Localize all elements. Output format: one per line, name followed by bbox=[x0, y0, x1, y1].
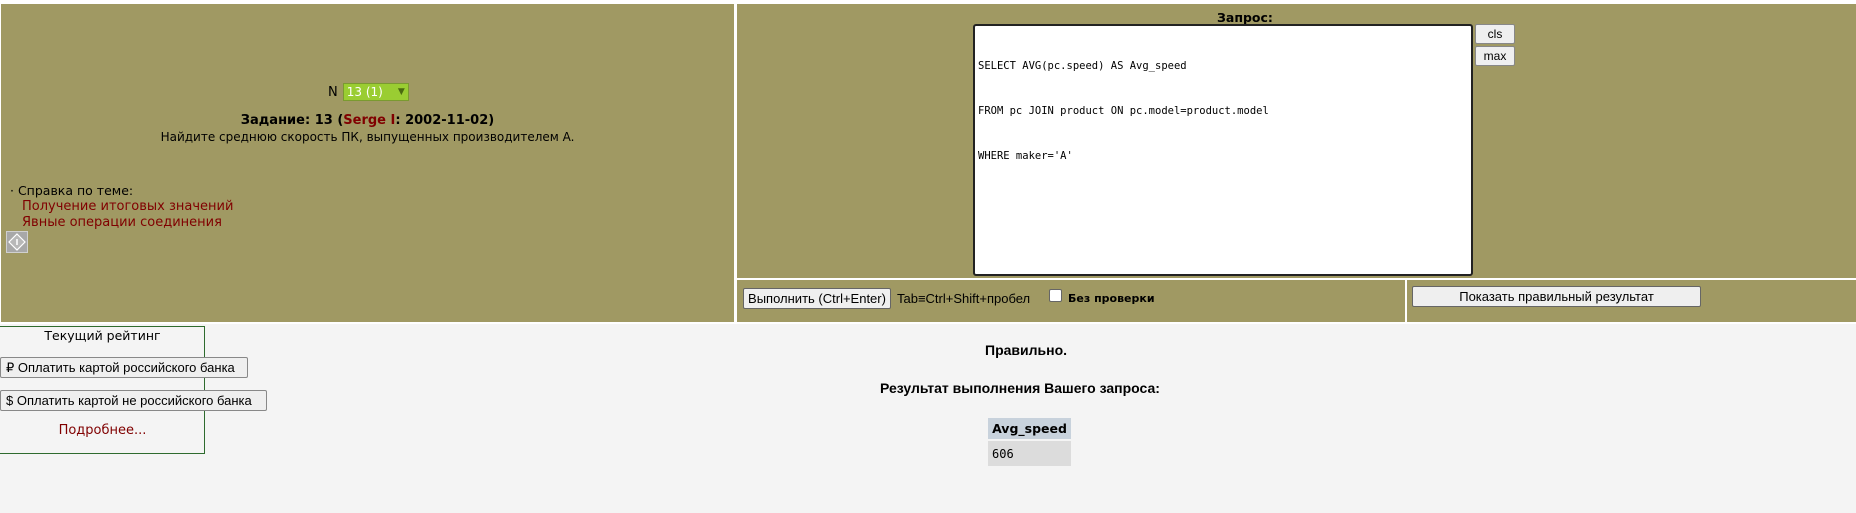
query-line: FROM pc JOIN product ON pc.model=product… bbox=[978, 105, 1269, 117]
show-result-bar: Показать правильный результат bbox=[1407, 280, 1856, 322]
chevron-down-icon: ▼ bbox=[397, 87, 405, 97]
result-title: Результат выполнения Вашего запроса: bbox=[880, 380, 1160, 396]
task-panel: N 13 (1) ▼ Задание: 13 (Serge I: 2002-11… bbox=[1, 4, 734, 322]
table-row: 606 bbox=[988, 441, 1071, 466]
help-link-joins[interactable]: Явные операции соединения bbox=[22, 215, 233, 231]
more-link[interactable]: Подробнее... bbox=[0, 423, 205, 438]
execute-bar: Выполнить (Ctrl+Enter) Tab≡Ctrl+Shift+пр… bbox=[737, 280, 1405, 322]
task-author: Serge I bbox=[343, 113, 396, 128]
task-selector-row: N 13 (1) ▼ bbox=[328, 83, 409, 101]
table-header-row: Avg_speed bbox=[988, 418, 1071, 441]
help-link-aggregates[interactable]: Получение итоговых значений bbox=[22, 199, 233, 215]
pay-foreign-card-button[interactable]: $ Оплатить картой не российского банка bbox=[0, 390, 267, 411]
show-correct-result-button[interactable]: Показать правильный результат bbox=[1412, 286, 1701, 307]
execute-button[interactable]: Выполнить (Ctrl+Enter) bbox=[743, 288, 891, 309]
query-line: SELECT AVG(pc.speed) AS Avg_speed bbox=[978, 60, 1187, 72]
task-title-suffix: : 2002-11-02) bbox=[395, 113, 495, 128]
column-header: Avg_speed bbox=[988, 418, 1071, 441]
task-selector-label: N bbox=[328, 84, 338, 100]
no-check-checkbox[interactable] bbox=[1049, 289, 1062, 302]
query-label: Запрос: bbox=[1217, 10, 1273, 25]
keyboard-hint: Tab≡Ctrl+Shift+пробел bbox=[897, 291, 1031, 306]
query-textarea[interactable]: SELECT AVG(pc.speed) AS Avg_speed FROM p… bbox=[973, 24, 1473, 276]
task-title-prefix: Задание: 13 ( bbox=[240, 113, 344, 128]
diamond-info-icon[interactable] bbox=[6, 231, 28, 253]
task-description: Найдите среднюю скорость ПК, выпущенных … bbox=[160, 130, 575, 144]
task-number-select[interactable]: 13 (1) ▼ bbox=[342, 83, 409, 101]
task-title: Задание: 13 (Serge I: 2002-11-02) bbox=[1, 113, 734, 128]
result-table: Avg_speed 606 bbox=[988, 418, 1071, 466]
help-section: · Справка по теме: Получение итоговых зн… bbox=[10, 183, 233, 231]
query-line: WHERE maker='A' bbox=[978, 150, 1073, 162]
pay-russian-card-button[interactable]: ₽ Оплатить картой российского банка bbox=[0, 357, 248, 378]
rating-title[interactable]: Текущий рейтинг bbox=[0, 328, 205, 343]
table-cell: 606 bbox=[988, 441, 1071, 466]
result-status: Правильно. bbox=[985, 342, 1068, 358]
task-number-value: 13 (1) bbox=[346, 85, 383, 99]
query-panel: Запрос: SELECT AVG(pc.speed) AS Avg_spee… bbox=[737, 4, 1856, 278]
no-check-label: Без проверки bbox=[1068, 292, 1155, 305]
help-heading: · Справка по теме: bbox=[10, 183, 134, 198]
maximize-button[interactable]: max bbox=[1475, 46, 1515, 66]
clear-button[interactable]: cls bbox=[1475, 24, 1515, 44]
top-frame: N 13 (1) ▼ Задание: 13 (Serge I: 2002-11… bbox=[0, 0, 1856, 324]
